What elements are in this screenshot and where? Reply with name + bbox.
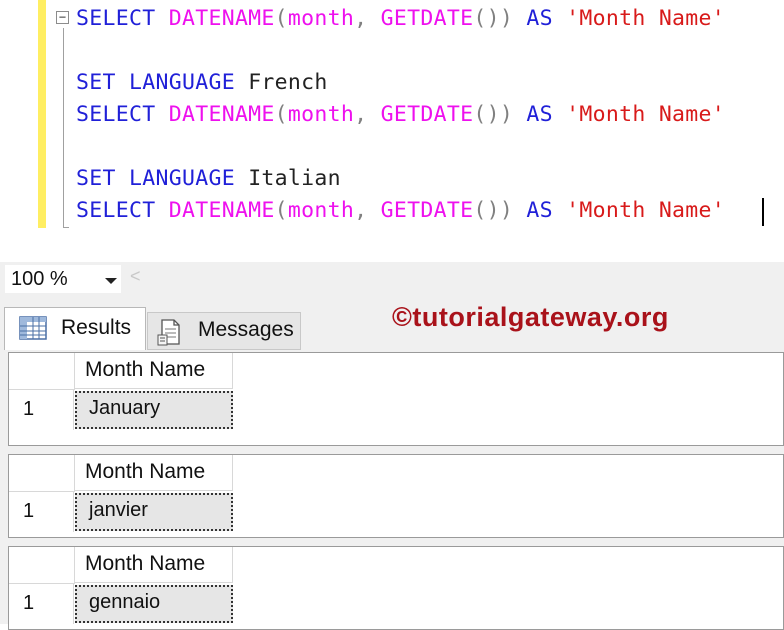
query-editor[interactable]: − SELECT DATENAME(month, GETDATE()) AS '…: [0, 0, 784, 262]
string-literal: 'Month Name': [566, 102, 726, 127]
watermark: ©tutorialgateway.org: [392, 302, 669, 332]
row-number[interactable]: 1: [9, 390, 74, 430]
code-line-1[interactable]: SELECT DATENAME(month, GETDATE()) AS 'Mo…: [76, 6, 725, 32]
argument: month: [287, 102, 355, 127]
messages-icon: [157, 319, 180, 346]
change-tracking-bar: [38, 0, 46, 228]
paren: (: [274, 198, 288, 223]
function-name: GETDATE: [380, 102, 474, 127]
keyword: SET: [76, 166, 116, 191]
result-grid-2: Month Name 1 janvier: [8, 454, 784, 538]
function-name: GETDATE: [380, 6, 474, 31]
scroll-left-icon[interactable]: <: [130, 266, 141, 287]
row-number[interactable]: 1: [9, 492, 74, 532]
result-cell[interactable]: January: [75, 391, 233, 429]
argument: month: [287, 198, 355, 223]
outline-line: [63, 28, 64, 228]
paren: ()): [473, 102, 514, 127]
column-header-label: Month Name: [85, 358, 206, 381]
result-cell-value: gennaio: [89, 591, 161, 613]
column-header-label: Month Name: [85, 460, 206, 483]
tab-results-label: Results: [61, 316, 132, 339]
comma: ,: [354, 198, 368, 223]
keyword: SET: [76, 70, 116, 95]
column-header-label: Month Name: [85, 552, 206, 575]
code-line-2[interactable]: SET LANGUAGE French: [76, 70, 328, 96]
keyword: SELECT: [76, 198, 156, 223]
tab-messages-label: Messages: [198, 318, 294, 341]
row-number-label: 1: [23, 398, 35, 420]
outline-tick: [63, 227, 69, 228]
keyword: AS: [526, 102, 553, 127]
code-line-5[interactable]: SELECT DATENAME(month, GETDATE()) AS 'Mo…: [76, 198, 725, 224]
paren: ()): [473, 6, 514, 31]
zoom-value: 100 %: [11, 268, 68, 290]
result-grid-3: Month Name 1 gennaio: [8, 546, 784, 630]
result-cell[interactable]: janvier: [75, 493, 233, 531]
column-header[interactable]: Month Name: [75, 353, 233, 389]
keyword: SELECT: [76, 6, 156, 31]
keyword: SELECT: [76, 102, 156, 127]
argument: month: [287, 6, 355, 31]
paren: ()): [473, 198, 514, 223]
comma: ,: [354, 6, 368, 31]
text-caret: [762, 198, 764, 226]
column-header[interactable]: Month Name: [75, 455, 233, 491]
result-cell[interactable]: gennaio: [75, 585, 233, 623]
code-line-3[interactable]: SELECT DATENAME(month, GETDATE()) AS 'Mo…: [76, 102, 725, 128]
row-number-label: 1: [23, 500, 35, 522]
row-number[interactable]: 1: [9, 584, 74, 624]
select-all-corner[interactable]: [9, 353, 75, 390]
collapse-icon[interactable]: −: [56, 11, 69, 24]
result-grid-1: Month Name 1 January: [8, 352, 784, 446]
select-all-corner[interactable]: [9, 455, 75, 492]
string-literal: 'Month Name': [566, 198, 726, 223]
string-literal: 'Month Name': [566, 6, 726, 31]
identifier: Italian: [248, 166, 341, 191]
identifier: French: [248, 70, 328, 95]
chevron-down-icon[interactable]: [105, 278, 117, 284]
tab-results[interactable]: Results: [4, 307, 146, 350]
comma: ,: [354, 102, 368, 127]
function-name: DATENAME: [168, 6, 275, 31]
grid-icon: [19, 316, 47, 340]
code-line-4[interactable]: SET LANGUAGE Italian: [76, 166, 341, 192]
keyword: LANGUAGE: [128, 166, 235, 191]
tab-messages[interactable]: Messages: [147, 312, 301, 350]
select-all-corner[interactable]: [9, 547, 75, 584]
keyword: AS: [526, 198, 553, 223]
zoom-dropdown[interactable]: 100 %: [4, 264, 122, 294]
column-header[interactable]: Month Name: [75, 547, 233, 583]
function-name: GETDATE: [380, 198, 474, 223]
result-cell-value: January: [89, 397, 161, 419]
function-name: DATENAME: [168, 102, 275, 127]
row-number-label: 1: [23, 592, 35, 614]
results-area: Month Name 1 January Month Name 1 janvie…: [0, 350, 784, 630]
paren: (: [274, 6, 288, 31]
result-cell-value: janvier: [89, 499, 148, 521]
keyword: AS: [526, 6, 553, 31]
zoom-bar: 100 % <: [0, 262, 784, 294]
function-name: DATENAME: [168, 198, 275, 223]
paren: (: [274, 102, 288, 127]
keyword: LANGUAGE: [128, 70, 235, 95]
